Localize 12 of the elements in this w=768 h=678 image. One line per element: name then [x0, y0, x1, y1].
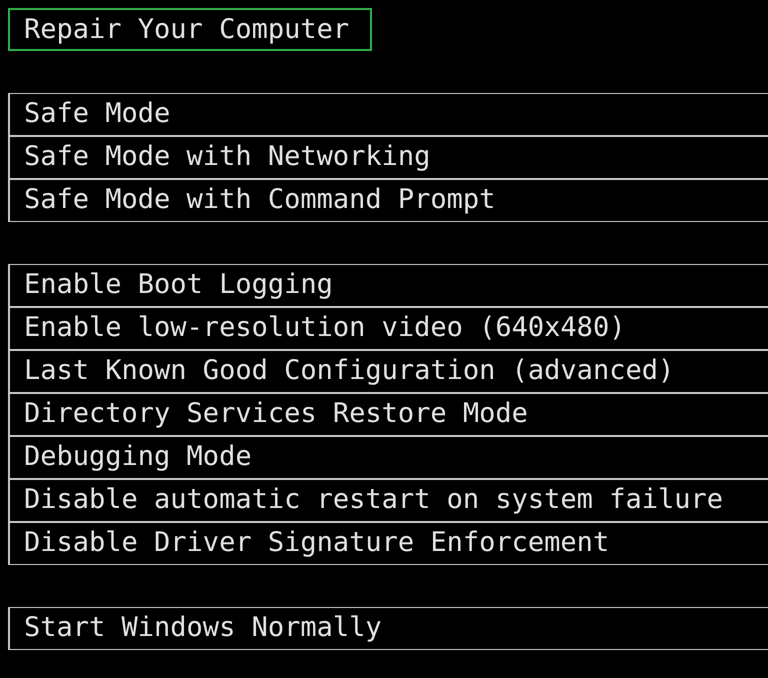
boot-option[interactable]: Enable Boot Logging [8, 264, 768, 307]
boot-option[interactable]: Safe Mode [8, 93, 768, 136]
boot-option[interactable]: Last Known Good Configuration (advanced) [8, 350, 768, 393]
boot-option[interactable]: Directory Services Restore Mode [8, 393, 768, 436]
boot-option[interactable]: Repair Your Computer [8, 8, 372, 51]
boot-option[interactable]: Safe Mode with Command Prompt [8, 179, 768, 222]
boot-option[interactable]: Start Windows Normally [8, 607, 768, 650]
boot-option[interactable]: Disable Driver Signature Enforcement [8, 522, 768, 565]
boot-option[interactable]: Disable automatic restart on system failure [8, 479, 768, 522]
boot-option[interactable]: Debugging Mode [8, 436, 768, 479]
boot-option[interactable]: Safe Mode with Networking [8, 136, 768, 179]
boot-option[interactable]: Enable low-resolution video (640x480) [8, 307, 768, 350]
